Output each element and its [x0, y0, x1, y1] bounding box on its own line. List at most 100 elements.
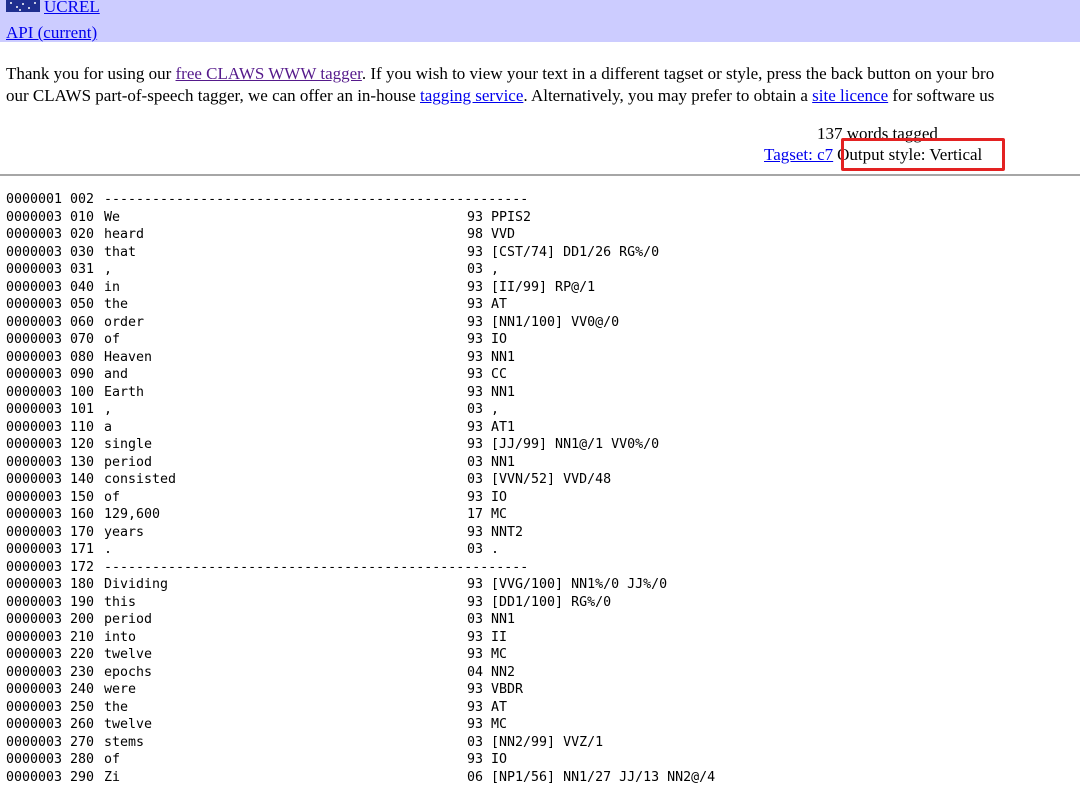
pos-tags: 93 IO: [467, 752, 508, 767]
header-banner: UCREL API (current): [0, 0, 1080, 42]
pos-tags: 04 NN2: [467, 664, 516, 680]
pos-tags: 03 ,: [467, 262, 500, 277]
word-token: of: [104, 489, 121, 505]
intro-text-4: . Alternatively, you may prefer to obtai…: [523, 86, 813, 105]
site-licence-link[interactable]: site licence: [812, 86, 888, 105]
intro-text-3: our CLAWS part-of-speech tagger, we can …: [6, 86, 420, 105]
pos-tags: 93 MC: [467, 717, 508, 732]
pos-tags: 93 [JJ/99] NN1@/1 VV0%/0: [467, 437, 660, 452]
tagset-link[interactable]: Tagset: c7: [764, 145, 833, 164]
word-token: in: [104, 279, 121, 295]
word-token: period: [104, 454, 153, 470]
word-token: and: [104, 367, 129, 382]
reference-number: 0000003 190: [6, 594, 95, 610]
word-token: epochs: [104, 664, 153, 680]
reference-number: 0000003 060: [6, 314, 95, 330]
reference-number: 0000003 250: [6, 699, 95, 715]
pos-tags: 03 .: [467, 542, 500, 557]
reference-number: 0000003 070: [6, 332, 95, 347]
pos-tags: 03 ,: [467, 402, 500, 417]
pos-tags: 03 NN1: [467, 612, 516, 627]
pos-tags: 93 [DD1/100] RG%/0: [467, 594, 612, 610]
word-token: Zi: [104, 769, 121, 785]
pos-tags: 03 NN1: [467, 454, 516, 470]
reference-number: 0000003 210: [6, 629, 95, 645]
reference-number: 0000003 020: [6, 227, 95, 242]
word-token: of: [104, 332, 121, 347]
word-token: Earth: [104, 384, 145, 400]
pos-tags: 93 [II/99] RP@/1: [467, 279, 596, 295]
word-token: heard: [104, 227, 145, 242]
pos-tags: 03 [VVN/52] VVD/48: [467, 472, 612, 487]
reference-number: 0000003 140: [6, 472, 95, 487]
pos-tags: 93 AT: [467, 699, 508, 715]
pos-tags: 93 IO: [467, 489, 508, 505]
pos-tags: 93 AT: [467, 297, 508, 312]
intro-text-1: Thank you for using our: [6, 64, 176, 83]
ucrel-home-link[interactable]: UCREL: [44, 0, 100, 17]
intro-text: Thank you for using our free CLAWS WWW t…: [6, 63, 1080, 107]
reference-number: 0000003 010: [6, 209, 95, 225]
pos-tags: 93 NN1: [467, 384, 516, 400]
reference-number: 0000003 290: [6, 769, 95, 785]
reference-number: 0000003 280: [6, 752, 95, 767]
pos-tags: 98 VVD: [467, 227, 516, 242]
free-claws-tagger-link[interactable]: free CLAWS WWW tagger: [176, 64, 362, 83]
pos-tags: 93 MC: [467, 647, 508, 662]
word-token: single: [104, 437, 153, 452]
word-token: 129,600: [104, 507, 161, 522]
reference-number: 0000003 040: [6, 279, 95, 295]
pos-tags: 93 IO: [467, 332, 508, 347]
word-token: ----------------------------------------…: [104, 559, 529, 575]
word-token: twelve: [104, 717, 153, 732]
word-token: order: [104, 314, 145, 330]
word-token: ,: [104, 262, 113, 277]
reference-number: 0000003 080: [6, 349, 95, 365]
pos-tags: 93 PPIS2: [467, 209, 532, 225]
api-current-link[interactable]: API (current): [6, 23, 97, 43]
pos-tags: 06 [NP1/56] NN1/27 JJ/13 NN2@/4: [467, 769, 716, 785]
word-token: the: [104, 297, 129, 312]
word-token: ----------------------------------------…: [104, 192, 529, 207]
reference-number: 0000003 090: [6, 367, 95, 382]
reference-number: 0000003 110: [6, 419, 95, 435]
pos-tags: 17 MC: [467, 507, 508, 522]
reference-number: 0000003 260: [6, 717, 95, 732]
word-token: the: [104, 699, 129, 715]
reference-number: 0000003 171: [6, 542, 95, 557]
pos-tags: 03 [NN2/99] VVZ/1: [467, 734, 604, 750]
word-token: this: [104, 594, 137, 610]
reference-number: 0000003 200: [6, 612, 95, 627]
word-token: twelve: [104, 647, 153, 662]
ucrel-logo-icon[interactable]: [6, 0, 40, 12]
tagging-service-link[interactable]: tagging service: [420, 86, 523, 105]
horizontal-rule: [0, 174, 1080, 176]
reference-number: 0000003 120: [6, 437, 95, 452]
reference-number: 0000003 220: [6, 647, 95, 662]
pos-tags: 93 VBDR: [467, 682, 524, 697]
word-token: consisted: [104, 472, 177, 487]
reference-number: 0000003 150: [6, 489, 95, 505]
word-token: We: [104, 209, 121, 225]
word-token: Heaven: [104, 349, 153, 365]
reference-number: 0000003 170: [6, 524, 95, 540]
pos-tags: 93 [NN1/100] VV0@/0: [467, 314, 620, 330]
word-token: .: [104, 542, 113, 557]
word-token: stems: [104, 734, 145, 750]
word-token: into: [104, 629, 137, 645]
reference-number: 0000003 031: [6, 262, 95, 277]
word-token: of: [104, 752, 121, 767]
pos-tags: 93 [CST/74] DD1/26 RG%/0: [467, 244, 660, 260]
reference-number: 0000003 101: [6, 402, 95, 417]
word-token: Dividing: [104, 577, 169, 592]
reference-number: 0000003 172: [6, 559, 95, 575]
reference-number: 0000003 270: [6, 734, 95, 750]
reference-number: 0000003 050: [6, 297, 95, 312]
pos-tags: 93 NNT2: [467, 524, 524, 540]
highlight-annotation-box: [841, 138, 1005, 171]
word-token: were: [104, 682, 137, 697]
intro-text-5: for software us: [888, 86, 995, 105]
reference-number: 0000003 160: [6, 507, 95, 522]
intro-line-1: Thank you for using our free CLAWS WWW t…: [6, 63, 1080, 85]
pos-tags: 93 AT1: [467, 419, 516, 435]
